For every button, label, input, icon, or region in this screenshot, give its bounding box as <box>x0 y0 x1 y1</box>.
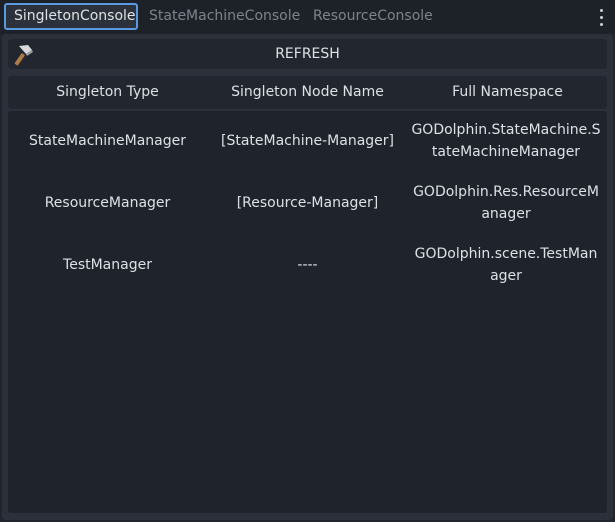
table-row[interactable]: ResourceManager [Resource-Manager] GODol… <box>8 178 607 228</box>
cell-singleton-type: StateMachineManager <box>28 133 187 149</box>
cell-namespace: GODolphin.Res.ResourceManager <box>413 184 599 222</box>
cell-singleton-type: ResourceManager <box>44 195 171 211</box>
cell-node-name: [Resource-Manager] <box>236 195 379 211</box>
tab-resource-console[interactable]: ResourceConsole <box>305 3 441 30</box>
header-full-namespace: Full Namespace <box>452 84 563 100</box>
header-singleton-type: Singleton Type <box>56 84 159 100</box>
singleton-console-panel: REFRESH Singleton Type Singleton Node Na… <box>2 34 613 520</box>
cell-singleton-type: TestManager <box>63 257 152 273</box>
hammer-icon <box>14 45 33 66</box>
tab-singleton-console[interactable]: SingletonConsole <box>4 3 138 30</box>
more-options-icon[interactable] <box>597 6 607 28</box>
cell-node-name: ---- <box>297 257 318 273</box>
table-row[interactable]: TestManager ---- GODolphin.scene.TestMan… <box>8 240 607 290</box>
table-body[interactable]: StateMachineManager [StateMachine-Manage… <box>8 111 607 513</box>
table-row[interactable]: StateMachineManager [StateMachine-Manage… <box>8 116 607 166</box>
header-singleton-node-name: Singleton Node Name <box>231 84 384 100</box>
refresh-button[interactable]: REFRESH <box>8 39 607 69</box>
refresh-label: REFRESH <box>275 46 340 62</box>
cell-namespace: GODolphin.scene.TestManager <box>414 246 598 284</box>
tab-bar: SingletonConsole StateMachineConsole Res… <box>0 0 615 34</box>
cell-node-name: [StateMachine-Manager] <box>220 133 394 149</box>
table-header: Singleton Type Singleton Node Name Full … <box>8 76 607 109</box>
cell-namespace: GODolphin.StateMachine.StateMachineManag… <box>411 122 601 160</box>
tab-state-machine-console[interactable]: StateMachineConsole <box>141 3 308 30</box>
